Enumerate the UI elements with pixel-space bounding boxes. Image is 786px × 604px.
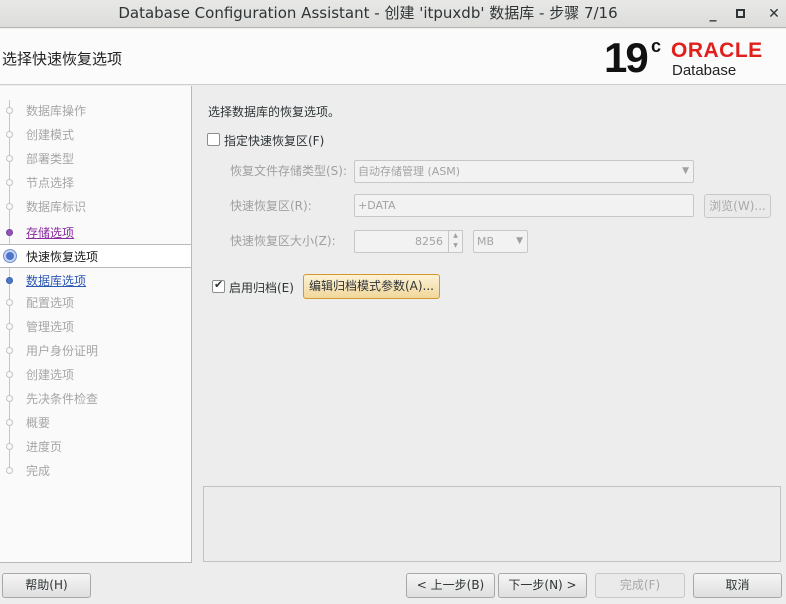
fra-checkbox[interactable] (207, 133, 220, 146)
sidebar-item-label: 概要 (26, 416, 51, 430)
sidebar-item-label: 管理选项 (26, 320, 75, 334)
size-unit-value: MB (477, 235, 495, 248)
minimize-button[interactable]: _ (703, 4, 723, 24)
sidebar-item-label: 创建模式 (26, 128, 75, 142)
step-indicator-icon (6, 203, 13, 210)
next-button[interactable]: 下一步(N) > (498, 573, 587, 598)
archive-checkbox[interactable] (212, 278, 225, 293)
sidebar-item: 部署类型 (0, 147, 191, 171)
sidebar-item-label: 完成 (26, 464, 51, 478)
archive-checkbox-label[interactable]: 启用归档(E) (229, 279, 294, 296)
step-indicator-icon (6, 347, 13, 354)
sidebar-item: 创建模式 (0, 123, 191, 147)
fra-size-input[interactable]: 8256 (354, 230, 449, 253)
step-indicator-icon (6, 155, 13, 162)
stepper-up-icon[interactable]: ▲ (449, 231, 462, 241)
page-header: 选择快速恢复选项 19 c ORACLE Database (0, 29, 786, 85)
main-panel: 选择数据库的恢复选项。 指定快速恢复区(F) 恢复文件存储类型(S): 自动存储… (193, 86, 786, 563)
sidebar-item: 用户身份证明 (0, 339, 191, 363)
sidebar-item: 先决条件检查 (0, 387, 191, 411)
oracle-logo: 19 c ORACLE Database (604, 34, 784, 82)
sidebar-item: 快速恢复选项 (0, 244, 191, 268)
storage-type-value: 自动存储管理 (ASM) (358, 165, 461, 178)
fra-size-label: 快速恢复区大小(Z): (230, 234, 336, 248)
fra-location-input[interactable]: +DATA (354, 194, 694, 217)
step-indicator-icon (6, 395, 13, 402)
maximize-icon (735, 9, 745, 18)
sidebar-item-label[interactable]: 存储选项 (26, 221, 74, 245)
step-indicator-icon (6, 131, 13, 138)
sidebar-item-label: 快速恢复选项 (26, 250, 99, 264)
footer-bar: 帮助(H) < 上一步(B) 下一步(N) > 完成(F) 取消 (0, 564, 786, 604)
storage-type-label: 恢复文件存储类型(S): (230, 164, 348, 178)
step-indicator-icon (6, 179, 13, 186)
sidebar-item-label: 节点选择 (26, 176, 75, 190)
sidebar-item[interactable]: 数据库选项 (0, 269, 191, 293)
storage-type-select[interactable]: 自动存储管理 (ASM) ▼ (354, 160, 694, 183)
help-button[interactable]: 帮助(H) (2, 573, 91, 598)
step-indicator-icon (6, 467, 13, 474)
sidebar-item-label[interactable]: 数据库选项 (26, 269, 86, 293)
fra-location-label: 快速恢复区(R): (230, 199, 312, 213)
chevron-down-icon: ▼ (682, 166, 689, 176)
step-indicator-icon (6, 299, 13, 306)
sidebar-item-label: 进度页 (26, 440, 63, 454)
step-indicator-icon (6, 323, 13, 330)
logo-version: 19 (604, 34, 649, 81)
intro-text: 选择数据库的恢复选项。 (208, 105, 341, 119)
sidebar-item: 管理选项 (0, 315, 191, 339)
step-indicator-icon (6, 371, 13, 378)
sidebar-item: 配置选项 (0, 291, 191, 315)
fra-checkbox-label[interactable]: 指定快速恢复区(F) (224, 132, 324, 149)
sidebar-item[interactable]: 存储选项 (0, 221, 191, 245)
message-area (203, 486, 781, 562)
sidebar-item-label: 创建选项 (26, 368, 75, 382)
chevron-down-icon: ▼ (516, 236, 523, 246)
fra-size-value: 8256 (415, 235, 443, 248)
edit-archive-params-button[interactable]: 编辑归档模式参数(A)... (303, 274, 440, 299)
fra-size-stepper[interactable]: ▲ ▼ (448, 230, 463, 253)
step-indicator-icon (6, 277, 13, 284)
sidebar-item: 数据库标识 (0, 195, 191, 219)
size-unit-select[interactable]: MB ▼ (473, 230, 528, 253)
step-indicator-icon (4, 250, 16, 262)
sidebar-item-label: 数据库操作 (26, 104, 87, 118)
title-bar: Database Configuration Assistant - 创建 'i… (0, 0, 786, 28)
sidebar-item: 节点选择 (0, 171, 191, 195)
steps-sidebar: 数据库操作创建模式部署类型节点选择数据库标识存储选项快速恢复选项数据库选项配置选… (0, 86, 192, 563)
step-indicator-icon (6, 107, 13, 114)
sidebar-item: 进度页 (0, 435, 191, 459)
step-indicator-icon (6, 419, 13, 426)
stepper-down-icon[interactable]: ▼ (449, 241, 462, 251)
maximize-button[interactable] (730, 4, 750, 24)
step-indicator-icon (6, 443, 13, 450)
logo-brand: ORACLE (671, 39, 763, 62)
sidebar-item: 概要 (0, 411, 191, 435)
close-button[interactable]: ✕ (764, 4, 784, 24)
step-indicator-icon (6, 229, 13, 236)
back-button[interactable]: < 上一步(B) (406, 573, 495, 598)
sidebar-item: 数据库操作 (0, 99, 191, 123)
sidebar-item-label: 部署类型 (26, 152, 75, 166)
logo-product: Database (672, 62, 737, 79)
sidebar-item-label: 用户身份证明 (26, 344, 99, 358)
browse-button[interactable]: 浏览(W)... (704, 194, 771, 218)
sidebar-item-label: 先决条件检查 (26, 392, 99, 406)
finish-button[interactable]: 完成(F) (595, 573, 685, 598)
sidebar-item: 创建选项 (0, 363, 191, 387)
sidebar-item-label: 数据库标识 (26, 200, 87, 214)
window-title: Database Configuration Assistant - 创建 'i… (118, 4, 618, 22)
page-title: 选择快速恢复选项 (2, 50, 123, 68)
sidebar-item: 完成 (0, 459, 191, 483)
sidebar-item-label: 配置选项 (26, 296, 75, 310)
cancel-button[interactable]: 取消 (693, 573, 782, 598)
logo-version-sup: c (651, 36, 662, 56)
